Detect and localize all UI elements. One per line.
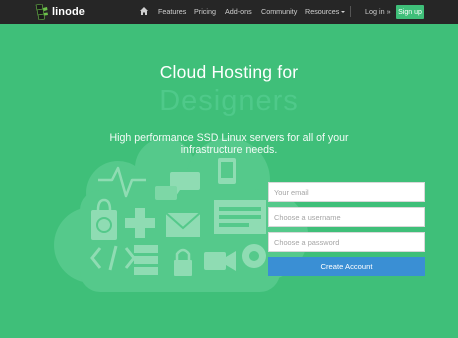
server-icon: [134, 245, 158, 275]
video-camera-icon: [204, 251, 236, 271]
hero-title-rotating-word: Designers: [159, 85, 299, 117]
cloud-illustration: [54, 138, 308, 292]
gear-icon: [242, 244, 266, 268]
browser-window-icon: [214, 200, 266, 234]
hero-subtitle: High performance SSD Linux servers for a…: [109, 132, 349, 156]
shopping-bag-icon: [91, 210, 117, 240]
hero-title: Cloud Hosting for: [159, 62, 299, 82]
password-field[interactable]: [268, 232, 425, 252]
create-account-button[interactable]: Create Account: [268, 257, 425, 276]
envelope-icon: [165, 212, 201, 237]
username-field[interactable]: [268, 207, 425, 227]
email-field[interactable]: [268, 182, 425, 202]
